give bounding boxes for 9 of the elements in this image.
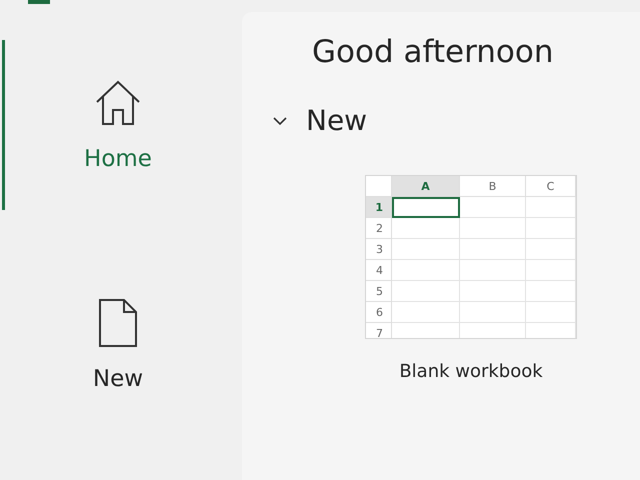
section-toggle[interactable]: New <box>272 104 640 137</box>
nav-item[interactable]: New <box>0 260 236 430</box>
blank-sheet-thumbnail[interactable]: A B C 1 2 3 4 5 6 7 <box>365 175 577 339</box>
nav-item[interactable]: Home <box>0 40 236 210</box>
template-label: Blank workbook <box>399 361 543 382</box>
chevron-icon <box>272 116 288 126</box>
app-logo-icon <box>28 0 50 4</box>
document-icon <box>98 298 138 348</box>
greeting-heading: Good afternoon <box>312 34 555 70</box>
